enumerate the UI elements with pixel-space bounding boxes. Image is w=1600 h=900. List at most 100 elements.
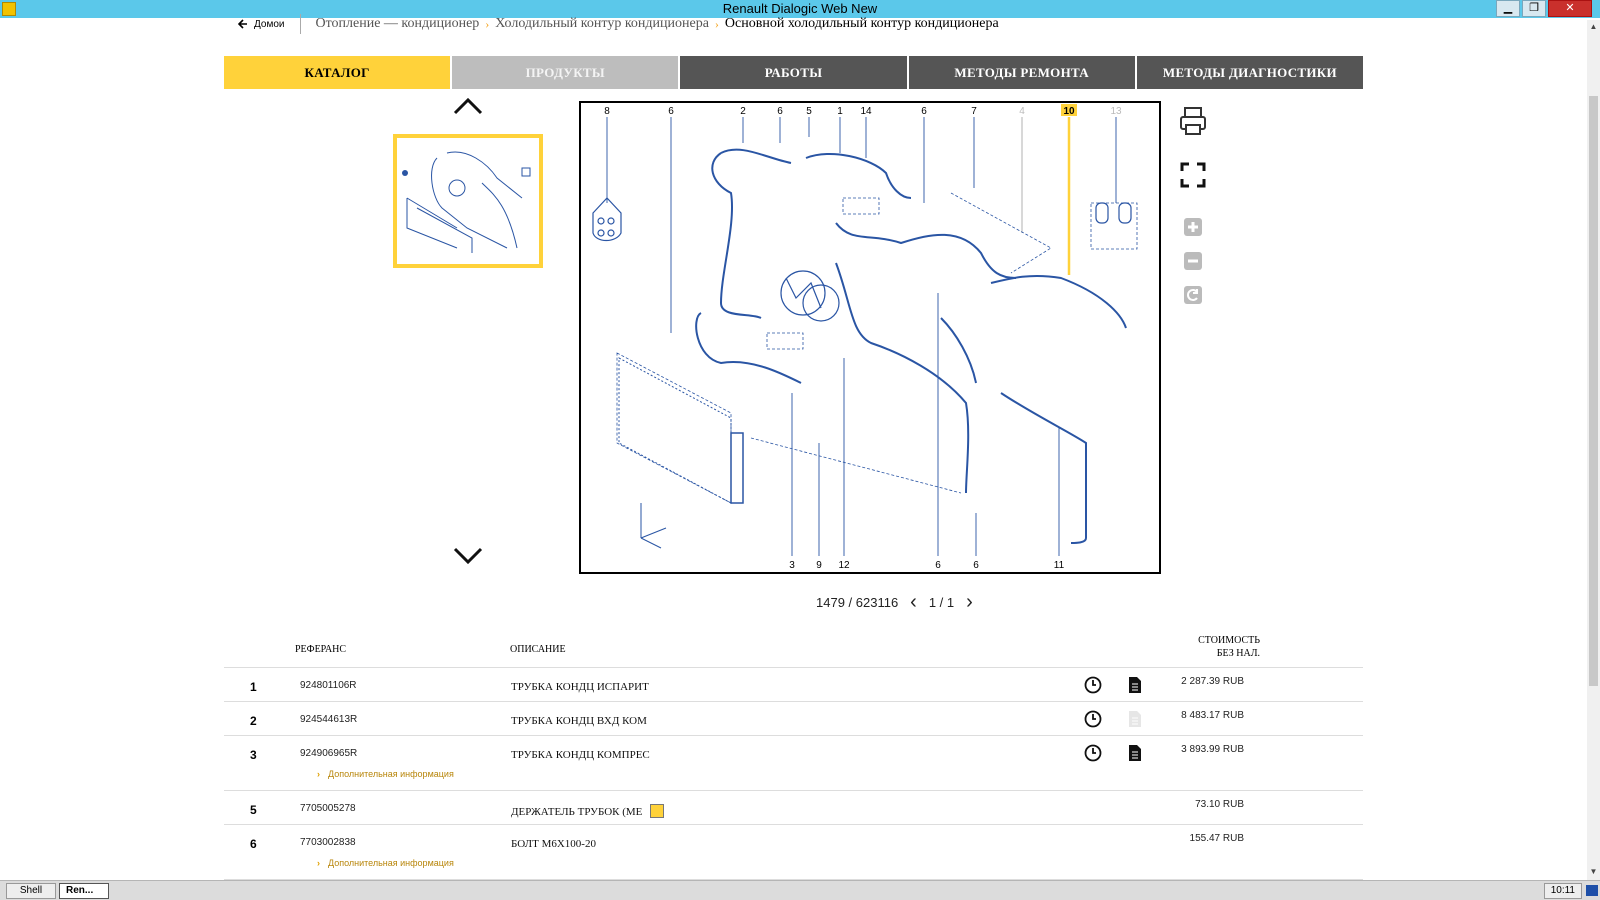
chevron-left-icon[interactable]: ‹ bbox=[904, 591, 923, 614]
page-scrollbar[interactable]: ▲ ▼ bbox=[1587, 20, 1600, 880]
back-arrow-icon bbox=[238, 19, 247, 29]
column-header-cost: СТОИМОСТЬ БЕЗ НАЛ. bbox=[1198, 635, 1260, 659]
row-number: 5 bbox=[250, 803, 257, 817]
part-desc: ДЕРЖАТЕЛЬ ТРУБОК (МЕ bbox=[511, 804, 665, 818]
document-icon[interactable] bbox=[1127, 676, 1143, 694]
main-tabs: КАТАЛОГ ПРОДУКТЫ РАБОТЫ МЕТОДЫ РЕМОНТА М… bbox=[224, 56, 1364, 89]
callout-label[interactable]: 6 bbox=[973, 560, 979, 571]
chevron-right-icon[interactable]: › bbox=[960, 591, 979, 614]
tab-works[interactable]: РАБОТЫ bbox=[680, 56, 907, 89]
callout-label[interactable]: 11 bbox=[1054, 560, 1065, 571]
thumbnail-drawing bbox=[402, 151, 531, 253]
callout-label[interactable]: 14 bbox=[860, 106, 872, 117]
chevron-right-icon: › bbox=[317, 769, 320, 779]
chevron-right-icon: › bbox=[317, 858, 320, 868]
callout-label[interactable]: 6 bbox=[668, 106, 674, 117]
taskbar-shell-button[interactable]: Shell bbox=[6, 883, 56, 899]
row-number: 1 bbox=[250, 680, 257, 694]
tray-flag-icon[interactable] bbox=[1586, 885, 1598, 896]
breadcrumb-current: Основной холодильный контур кондиционера bbox=[724, 16, 999, 31]
home-link[interactable]: Домои bbox=[238, 19, 284, 30]
callout-label[interactable]: 2 bbox=[740, 106, 746, 117]
callout-label-highlighted[interactable]: 10 bbox=[1063, 106, 1075, 117]
breadcrumb-divider bbox=[300, 14, 302, 34]
taskbar: Shell Ren... 10:11 bbox=[0, 880, 1600, 900]
thumbnail-scroll-up-icon[interactable] bbox=[453, 96, 483, 116]
table-row[interactable]: 3 924906965R ТРУБКА КОНДЦ КОМПРЕС 3 893.… bbox=[224, 736, 1363, 791]
callout-label[interactable]: 13 bbox=[1110, 106, 1122, 117]
callout-label[interactable]: 6 bbox=[777, 106, 783, 117]
tab-repair-methods[interactable]: МЕТОДЫ РЕМОНТА bbox=[908, 56, 1135, 89]
tray-clock[interactable]: 10:11 bbox=[1543, 883, 1582, 899]
thumbnail-scroll-down-icon[interactable] bbox=[453, 546, 483, 566]
callout-label[interactable]: 9 bbox=[816, 560, 822, 571]
part-ref: 7703002838 bbox=[300, 837, 356, 848]
print-icon[interactable] bbox=[1176, 104, 1210, 138]
chevron-right-icon: › bbox=[485, 16, 490, 31]
row-number: 6 bbox=[250, 837, 257, 851]
table-row[interactable]: 5 7705005278 ДЕРЖАТЕЛЬ ТРУБОК (МЕ 73.10 … bbox=[224, 791, 1363, 825]
part-desc: БОЛТ М6Х100-20 bbox=[511, 838, 596, 850]
part-price: 73.10 RUB bbox=[1195, 799, 1244, 810]
clock-icon[interactable] bbox=[1084, 676, 1102, 694]
callout-label[interactable]: 4 bbox=[1019, 106, 1025, 117]
page-indicator: 1 / 1 bbox=[928, 594, 955, 610]
part-ref: 924801106R bbox=[300, 680, 357, 691]
chevron-right-icon: › bbox=[714, 16, 719, 31]
document-icon[interactable] bbox=[1127, 744, 1143, 762]
part-price: 8 483.17 RUB bbox=[1181, 710, 1244, 721]
table-row[interactable]: 2 924544613R ТРУБКА КОНДЦ ВХД КОМ 8 483.… bbox=[224, 702, 1363, 736]
part-price: 3 893.99 RUB bbox=[1181, 744, 1244, 755]
diagram-thumbnail[interactable] bbox=[393, 134, 543, 268]
callout-label[interactable]: 3 bbox=[789, 560, 795, 571]
table-row[interactable]: 1 924801106R ТРУБКА КОНДЦ ИСПАРИТ 2 287.… bbox=[224, 668, 1363, 702]
callout-label[interactable]: 1 bbox=[837, 106, 843, 117]
column-header-desc: ОПИСАНИЕ bbox=[510, 644, 566, 655]
tab-catalog[interactable]: КАТАЛОГ bbox=[224, 56, 451, 89]
more-info-link[interactable]: › Дополнительная информация bbox=[317, 858, 454, 868]
zoom-out-icon[interactable] bbox=[1176, 244, 1210, 278]
fullscreen-icon[interactable] bbox=[1176, 158, 1210, 192]
clock-icon[interactable] bbox=[1084, 710, 1102, 728]
reset-zoom-icon[interactable] bbox=[1176, 278, 1210, 312]
callout-label[interactable]: 12 bbox=[838, 560, 850, 571]
row-number: 2 bbox=[250, 714, 257, 728]
callout-label[interactable]: 7 bbox=[971, 106, 977, 117]
part-ref: 7705005278 bbox=[300, 803, 356, 814]
tab-diagnostic-methods[interactable]: МЕТОДЫ ДИАГНОСТИКИ bbox=[1136, 56, 1364, 89]
replacement-icon[interactable] bbox=[650, 804, 665, 818]
tab-products: ПРОДУКТЫ bbox=[452, 56, 679, 89]
part-desc: ТРУБКА КОНДЦ ИСПАРИТ bbox=[511, 681, 649, 693]
more-info-link[interactable]: › Дополнительная информация bbox=[317, 769, 454, 779]
close-button[interactable]: ✕ bbox=[1548, 0, 1592, 17]
diagram-pager: 1479 / 623116 ‹ 1 / 1 › bbox=[816, 590, 979, 614]
callout-label[interactable]: 6 bbox=[921, 106, 927, 117]
zoom-in-icon[interactable] bbox=[1176, 210, 1210, 244]
window-controls: ▁ ❐ ✕ bbox=[1496, 0, 1592, 17]
breadcrumb-item-heating[interactable]: Отопление — кондиционер bbox=[315, 16, 479, 32]
parts-diagram[interactable]: 8 6 2 6 5 1 14 6 7 4 10 13 3 9 12 6 6 11 bbox=[579, 101, 1161, 574]
table-row[interactable]: 6 7703002838 БОЛТ М6Х100-20 155.47 RUB ›… bbox=[224, 825, 1363, 880]
part-ref: 924906965R bbox=[300, 748, 358, 759]
taskbar-app-button[interactable]: Ren... bbox=[59, 883, 109, 899]
app-icon bbox=[2, 2, 16, 16]
scrollbar-thumb[interactable] bbox=[1589, 96, 1598, 686]
row-number: 3 bbox=[250, 748, 257, 762]
callout-label[interactable]: 6 bbox=[935, 560, 941, 571]
document-icon-disabled bbox=[1129, 711, 1141, 727]
clock-icon[interactable] bbox=[1084, 744, 1102, 762]
parts-table: РЕФЕРАНС ОПИСАНИЕ СТОИМОСТЬ БЕЗ НАЛ. 1 92… bbox=[224, 634, 1363, 880]
parts-diagram-drawing: 8 6 2 6 5 1 14 6 7 4 10 13 3 9 12 6 6 11 bbox=[592, 104, 1138, 571]
callout-label[interactable]: 8 bbox=[604, 106, 610, 117]
breadcrumb: Домои Отопление — кондиционер › Холодиль… bbox=[238, 14, 999, 34]
part-price: 2 287.39 RUB bbox=[1181, 676, 1244, 687]
part-price: 155.47 RUB bbox=[1189, 833, 1244, 844]
scroll-down-icon[interactable]: ▼ bbox=[1588, 867, 1599, 878]
minimize-button[interactable]: ▁ bbox=[1496, 0, 1520, 17]
column-header-ref: РЕФЕРАНС bbox=[295, 644, 347, 655]
callout-label[interactable]: 5 bbox=[806, 106, 812, 117]
scroll-up-icon[interactable]: ▲ bbox=[1588, 22, 1599, 33]
breadcrumb-item-circuit[interactable]: Холодильный контур кондиционера bbox=[495, 16, 709, 32]
table-header: РЕФЕРАНС ОПИСАНИЕ СТОИМОСТЬ БЕЗ НАЛ. bbox=[224, 634, 1363, 668]
restore-button[interactable]: ❐ bbox=[1522, 0, 1546, 17]
